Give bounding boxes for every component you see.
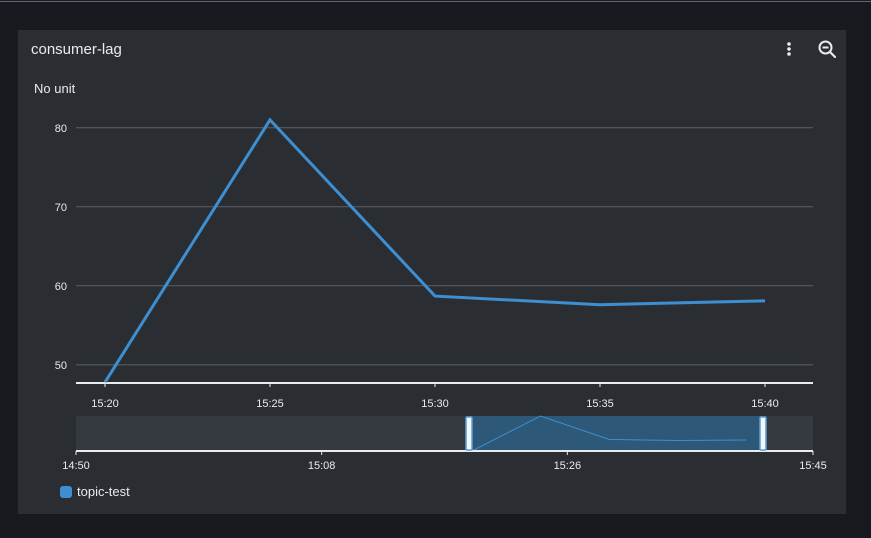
widget-panel: consumer-lag No unit 50 60 70 80 15:20 15:25… [18,30,846,514]
y-axis-unit-label: No unit [34,81,76,96]
x-tick-label: 15:30 [421,398,449,410]
navigator-tick-label: 15:26 [554,460,582,472]
y-tick-labels: 50 60 70 80 [55,123,67,372]
navigator-handle-right[interactable] [759,416,767,451]
x-tick-label: 15:40 [751,398,779,410]
top-divider [0,1,871,2]
legend-swatch [60,485,72,498]
gridlines [76,127,813,384]
y-tick-label: 70 [55,202,67,214]
time-range-navigator [76,415,813,452]
legend-label: topic-test [77,484,130,499]
navigator-tick-labels: 14:50 15:08 15:26 15:45 [62,451,827,472]
navigator-tick-label: 15:08 [308,460,336,472]
y-tick-label: 80 [55,123,67,135]
x-tick-labels: 15:20 15:25 15:30 15:35 15:40 [91,383,779,410]
legend[interactable]: topic-test [60,484,130,499]
navigator-tick-label: 15:45 [799,460,827,472]
x-tick-label: 15:20 [91,398,119,410]
navigator-selection [469,416,763,451]
series-line [103,117,766,384]
navigator-tick-label: 14:50 [62,460,90,472]
y-tick-label: 50 [55,360,67,372]
series-lines [103,117,766,384]
x-tick-label: 15:35 [586,398,614,410]
line-chart: No unit 50607080 15:20 15:25 15:30 15:35 15:… [34,81,827,472]
navigator-handle-left[interactable] [465,416,473,451]
x-tick-label: 15:25 [256,398,284,410]
y-tick-label: 60 [55,281,67,293]
